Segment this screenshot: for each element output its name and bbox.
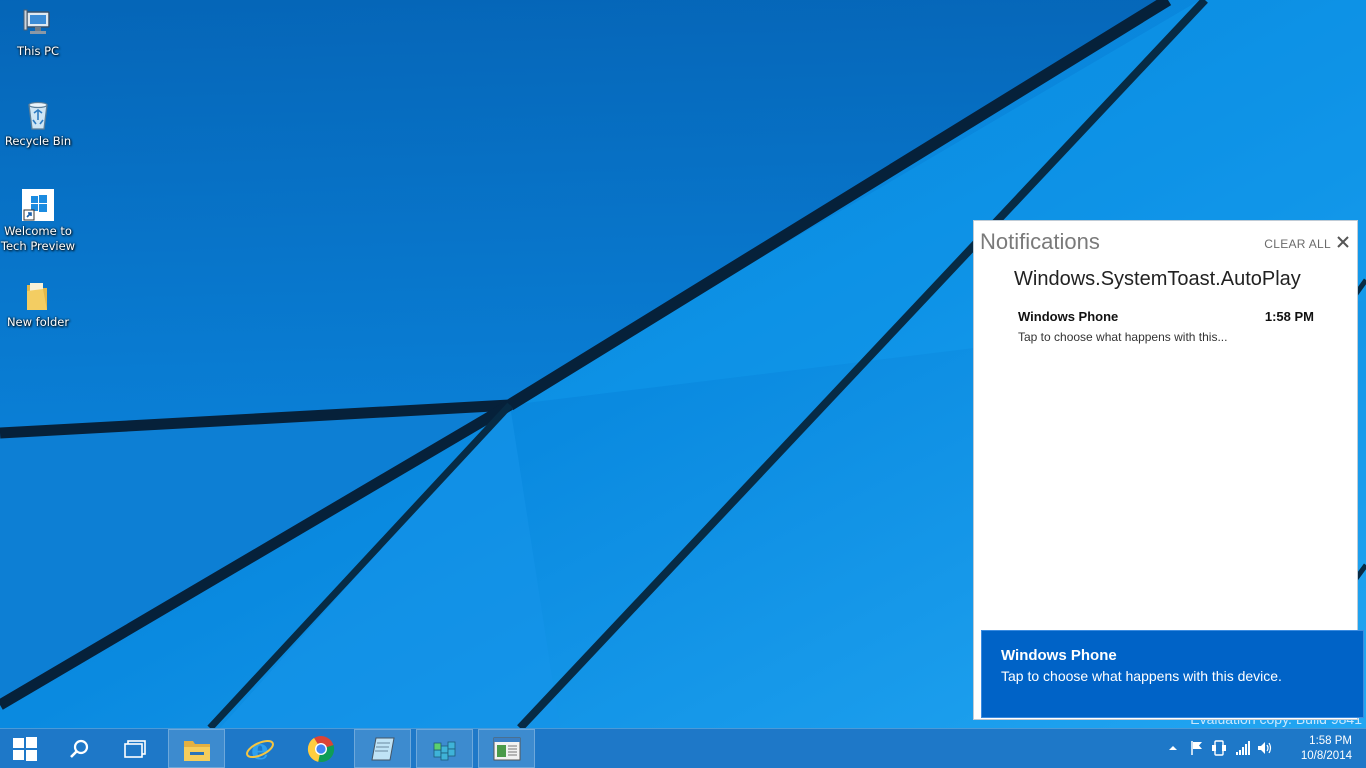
volume-icon[interactable] bbox=[1256, 739, 1274, 757]
file-explorer-icon bbox=[183, 740, 210, 761]
taskbar-file-explorer[interactable] bbox=[168, 729, 225, 768]
toast-notification[interactable]: Windows Phone Tap to choose what happens… bbox=[981, 630, 1364, 718]
taskbar-notepad[interactable] bbox=[354, 729, 411, 768]
device-icon[interactable] bbox=[1210, 739, 1228, 757]
taskbar-app-window[interactable] bbox=[478, 729, 535, 768]
network-signal-icon[interactable] bbox=[1234, 739, 1252, 757]
desktop-icon-label-line1: Welcome to bbox=[4, 224, 72, 238]
notification-center-title: Notifications bbox=[980, 229, 1100, 254]
desktop-icon-recycle-bin[interactable]: Recycle Bin bbox=[0, 98, 76, 149]
show-hidden-icons-icon[interactable] bbox=[1164, 739, 1182, 757]
notification-item-time: 1:58 PM bbox=[1264, 309, 1314, 324]
desktop-icon-label: New folder bbox=[6, 315, 70, 329]
notepad-icon bbox=[370, 737, 395, 760]
toast-body: Tap to choose what happens with this dev… bbox=[1001, 668, 1282, 684]
registry-editor-icon bbox=[433, 741, 455, 760]
start-icon bbox=[13, 736, 37, 761]
recycle-bin-icon bbox=[21, 98, 55, 132]
clear-all-button[interactable]: CLEAR ALL bbox=[1264, 237, 1331, 251]
windows-logo-shortcut-icon bbox=[21, 188, 55, 222]
computer-icon bbox=[21, 8, 55, 42]
taskbar-clock[interactable]: 1:58 PM 10/8/2014 bbox=[1301, 734, 1352, 764]
desktop-icon-label: Recycle Bin bbox=[4, 134, 72, 148]
app-window-icon bbox=[493, 737, 520, 760]
internet-explorer-icon: e bbox=[245, 734, 274, 764]
clock-date: 10/8/2014 bbox=[1300, 750, 1352, 762]
notification-item-body: Tap to choose what happens with this... bbox=[1018, 330, 1228, 344]
notification-group-title: Windows.SystemToast.AutoPlay bbox=[1014, 268, 1301, 290]
toast-title: Windows Phone bbox=[1001, 647, 1117, 664]
notification-item-title: Windows Phone bbox=[1018, 309, 1119, 324]
svg-text:e: e bbox=[251, 734, 269, 764]
folder-icon bbox=[21, 279, 55, 313]
action-center-flag-icon[interactable] bbox=[1188, 739, 1206, 757]
desktop-icon-welcome-tech-preview[interactable]: Welcome to Tech Preview bbox=[0, 188, 76, 254]
desktop-icon-new-folder[interactable]: New folder bbox=[0, 279, 76, 330]
search-button[interactable] bbox=[56, 729, 102, 768]
close-icon[interactable] bbox=[1335, 234, 1351, 250]
taskbar: e 1:58 PM 10/8/2014 bbox=[0, 728, 1366, 768]
notification-item[interactable]: Windows Phone 1:58 PM Tap to choose what… bbox=[1018, 309, 1314, 349]
chrome-icon bbox=[307, 735, 334, 762]
taskbar-internet-explorer[interactable]: e bbox=[231, 729, 288, 768]
start-button[interactable] bbox=[0, 729, 50, 768]
desktop-icon-label: This PC bbox=[16, 44, 60, 58]
taskbar-chrome[interactable] bbox=[292, 729, 349, 768]
system-tray: 1:58 PM 10/8/2014 bbox=[1156, 729, 1366, 768]
clock-time: 1:58 PM bbox=[1309, 735, 1352, 747]
desktop-icon-label-line2: Tech Preview bbox=[0, 239, 76, 253]
desktop-icon-this-pc[interactable]: This PC bbox=[0, 8, 76, 59]
task-view-button[interactable] bbox=[112, 729, 160, 768]
taskbar-registry-editor[interactable] bbox=[416, 729, 473, 768]
search-icon bbox=[70, 739, 89, 758]
task-view-icon bbox=[124, 739, 146, 758]
